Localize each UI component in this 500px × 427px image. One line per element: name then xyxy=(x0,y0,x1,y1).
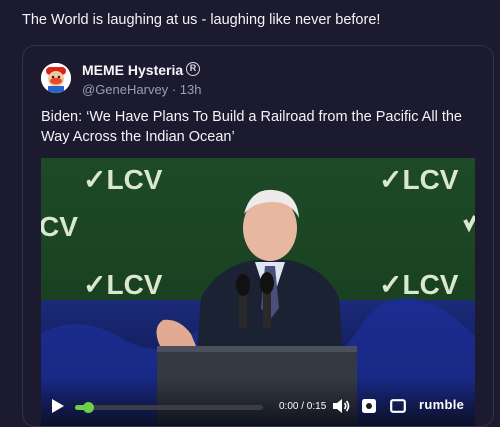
video-player[interactable]: ✓LCV ✓LCV CV ✓LCV ✓LCV 0:00 / 0:15 rumbl… xyxy=(41,158,475,426)
volume-icon[interactable] xyxy=(332,398,350,414)
progress-bar[interactable] xyxy=(75,402,263,413)
theater-icon[interactable] xyxy=(390,399,406,413)
banner-text-bottom-right: ✓LCV xyxy=(379,269,459,300)
banner-text-partial: CV xyxy=(41,211,78,242)
meta-separator: · xyxy=(171,82,177,97)
avatar-face-icon xyxy=(41,63,71,93)
video-controls: 0:00 / 0:15 rumble xyxy=(41,378,475,426)
banner-text-bottom-left: ✓LCV xyxy=(83,269,163,300)
rumble-logo[interactable]: rumble xyxy=(419,397,464,412)
author-meta: @GeneHarvey · 13h xyxy=(82,82,201,97)
banner-text-top-left: ✓LCV xyxy=(83,164,163,195)
quoted-post-card[interactable]: MEME Hysteria R @GeneHarvey · 13h Biden:… xyxy=(22,45,494,427)
play-icon[interactable] xyxy=(51,398,65,414)
progress-knob[interactable] xyxy=(83,402,94,413)
verified-icon: R xyxy=(186,62,200,76)
quoted-post-text: Biden: ‘We Have Plans To Build a Railroa… xyxy=(41,109,462,145)
settings-icon[interactable] xyxy=(361,398,377,414)
banner-text-top-right: ✓LCV xyxy=(379,164,459,195)
post-time[interactable]: 13h xyxy=(180,82,202,97)
author-handle[interactable]: @GeneHarvey xyxy=(82,82,168,97)
time-readout: 0:00 / 0:15 xyxy=(279,401,327,412)
author-name[interactable]: MEME Hysteria xyxy=(82,62,183,78)
post-text: The World is laughing at us - laughing l… xyxy=(22,12,381,28)
author-avatar[interactable] xyxy=(41,63,71,93)
